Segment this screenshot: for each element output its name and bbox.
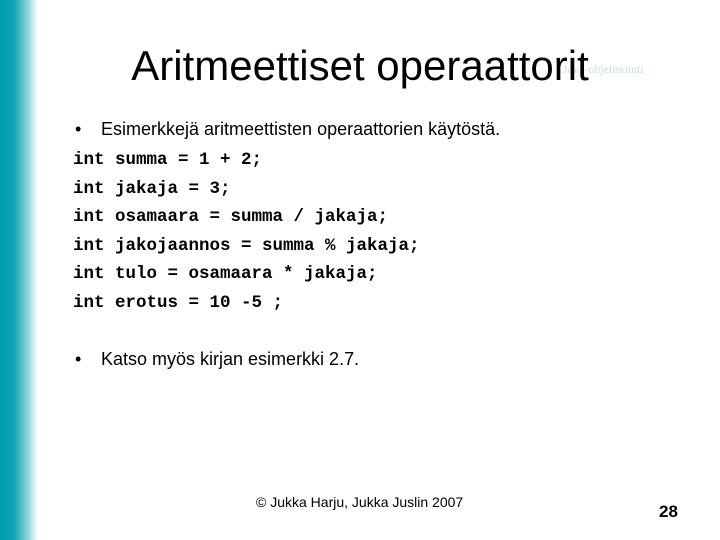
- page-number: 28: [659, 502, 678, 521]
- code-block: int summa = 1 + 2; int jakaja = 3; int osa…: [73, 146, 420, 318]
- bullet-item: • Katso myös kirjan esimerkki 2.7.: [75, 348, 359, 370]
- code-line: int summa = 1 + 2;: [73, 150, 263, 170]
- bullet-icon: •: [75, 119, 82, 139]
- slide-title: Aritmeettiset operaattorit: [0, 38, 720, 94]
- code-line: int jakaja = 3;: [73, 178, 231, 199]
- bullet-item: • Esimerkkejä aritmeettisten operaattorie…: [75, 118, 500, 140]
- footer-copyright: © Jukka Harju, Jukka Juslin 2007: [256, 494, 464, 510]
- code-line: int osamaara = summa / jakaja;: [73, 207, 389, 228]
- bullet-icon: •: [75, 349, 82, 369]
- bullet-text: Katso myös kirjan esimerkki 2.7.: [101, 349, 360, 369]
- code-line: int tulo = osamaara * jakaja;: [73, 264, 378, 285]
- slide-title-text: Aritmeettiset operaattorit: [131, 42, 589, 89]
- bullet-text: Esimerkkejä aritmeettisten operaattorien…: [101, 119, 501, 139]
- code-line: int jakojaannos = summa % jakaja;: [73, 235, 420, 256]
- code-line: int erotus = 10 -5 ;: [73, 292, 284, 313]
